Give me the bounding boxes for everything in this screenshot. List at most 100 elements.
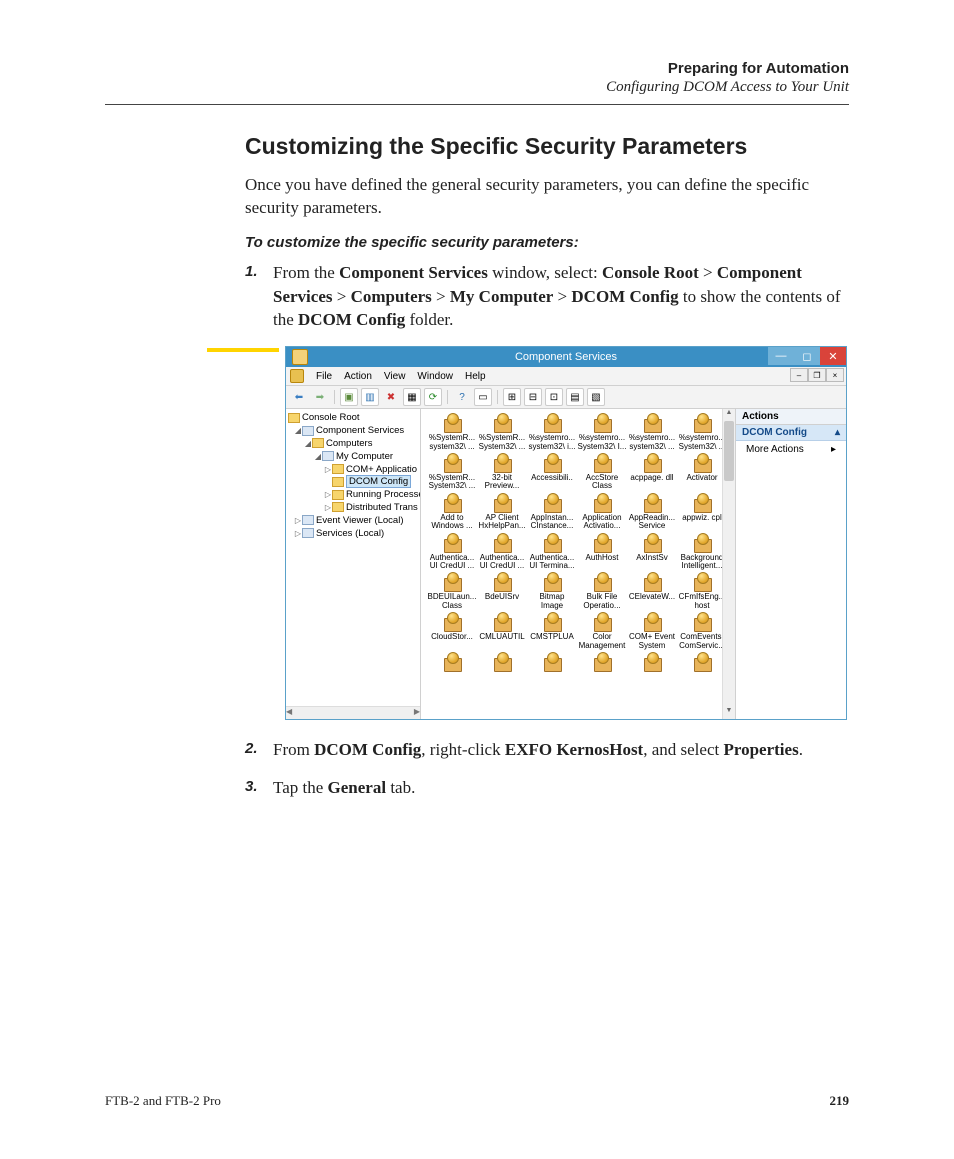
menu-window[interactable]: Window [417,371,453,382]
dcom-item[interactable]: COM+ EventSystem [627,612,677,650]
up-button[interactable]: ▣ [340,388,358,406]
tree-running-processes[interactable]: Running Processe [346,489,421,500]
tree-horizontal-scrollbar[interactable]: ◀▶ [286,706,420,719]
dcom-item[interactable]: Authentica...UI CredUI ... [427,533,477,571]
dcom-item[interactable]: AuthHost [577,533,627,571]
dcom-item[interactable] [427,652,477,673]
dcom-item[interactable]: %SystemR...system32\ ... [427,413,477,451]
dcom-item[interactable]: Authentica...UI Termina... [527,533,577,571]
toolbar-extra-5[interactable]: ▧ [587,388,605,406]
dcom-item[interactable]: CFmIfsEng...host [677,572,727,610]
dcom-item[interactable]: %systemro...system32\ i... [527,413,577,451]
menu-file[interactable]: File [316,371,332,382]
actions-more-actions[interactable]: More Actions▸ [736,441,846,458]
dcom-item-sublabel: Class [577,482,627,490]
dcom-item[interactable]: BdeUISrv [477,572,527,610]
header-rule [105,104,849,105]
dcom-item[interactable]: AxInstSv [627,533,677,571]
toolbar-extra-4[interactable]: ▤ [566,388,584,406]
tree-console-root[interactable]: Console Root [302,412,360,423]
dcom-item-sublabel: Service [627,522,677,530]
dcom-item[interactable]: CMSTPLUA [527,612,577,650]
show-hide-button[interactable]: ▥ [361,388,379,406]
dcom-item[interactable]: AccStoreClass [577,453,627,491]
dcom-item[interactable]: acppage. dll [627,453,677,491]
properties-button[interactable]: ▦ [403,388,421,406]
menu-view[interactable]: View [384,371,406,382]
delete-button[interactable]: ✖ [382,388,400,406]
menu-action[interactable]: Action [344,371,372,382]
menu-help[interactable]: Help [465,371,486,382]
dcom-item[interactable]: %SystemR...System32\ ... [477,413,527,451]
dcom-item[interactable]: Accessibili.. [527,453,577,491]
forward-button[interactable]: ➡ [311,388,329,406]
mdi-minimize-button[interactable]: – [790,368,808,382]
scroll-down-icon[interactable]: ▼ [723,707,735,719]
dcom-item[interactable] [527,652,577,673]
back-button[interactable]: ⬅ [290,388,308,406]
dcom-component-icon [641,453,663,473]
dcom-item[interactable] [477,652,527,673]
tree-computers[interactable]: Computers [326,438,372,449]
mdi-restore-button[interactable]: ❐ [808,368,826,382]
dcom-item[interactable]: CMLUAUTIL [477,612,527,650]
dcom-item[interactable]: Authentica...UI CredUI ... [477,533,527,571]
dcom-item[interactable]: AppReadin...Service [627,493,677,531]
dcom-item[interactable]: BackgroundIntelligent... [677,533,727,571]
maximize-button[interactable]: ◻ [794,347,820,365]
toolbar-extra-2[interactable]: ⊟ [524,388,542,406]
tree-my-computer[interactable]: My Computer [336,451,393,462]
dcom-item[interactable]: 32-bitPreview... [477,453,527,491]
tree-dcom-config[interactable]: DCOM Config [346,475,411,488]
menubar: File Action View Window Help – ❐ × [286,367,846,386]
tree-pane[interactable]: Console Root ◢Component Services ◢Comput… [286,409,421,719]
tree-component-services[interactable]: Component Services [316,425,404,436]
dcom-component-icon [441,652,463,672]
dcom-item[interactable]: appwiz. cpl [677,493,727,531]
dcom-item[interactable]: BDEUILaun...Class [427,572,477,610]
dcom-item-sublabel: system32\ ... [427,443,477,451]
tree-event-viewer[interactable]: Event Viewer (Local) [316,515,403,526]
step-2: 2. From DCOM Config, right-click EXFO Ke… [245,738,849,762]
toolbar-extra-1[interactable]: ⊞ [503,388,521,406]
new-window-button[interactable]: ▭ [474,388,492,406]
dcom-item[interactable]: %systemro...system32\ ... [627,413,677,451]
dcom-item[interactable]: Bulk FileOperatio... [577,572,627,610]
content-vertical-scrollbar[interactable]: ▲ ▼ [722,409,735,719]
dcom-item[interactable]: ApplicationActivatio... [577,493,627,531]
dcom-component-icon [441,453,463,473]
dcom-item[interactable]: Add toWindows ... [427,493,477,531]
dcom-item[interactable]: %systemro...System32\ ... [677,413,727,451]
dcom-item[interactable]: Activator [677,453,727,491]
actions-section[interactable]: DCOM Config▴ [736,425,846,441]
dcom-item[interactable]: CloudStor... [427,612,477,650]
dcom-item[interactable] [677,652,727,673]
tree-distributed-trans[interactable]: Distributed Trans [346,502,418,513]
dcom-item[interactable] [577,652,627,673]
toolbar-extra-3[interactable]: ⊡ [545,388,563,406]
dcom-item[interactable]: AppInstan...CInstance... [527,493,577,531]
dcom-item[interactable]: %SystemR...System32\ ... [427,453,477,491]
dcom-item[interactable]: CElevateW... [627,572,677,610]
dcom-item[interactable]: ComEvents.ComServic... [677,612,727,650]
dcom-component-icon [591,612,613,632]
scroll-thumb[interactable] [724,421,734,481]
minimize-button[interactable]: — [768,347,794,365]
tree-services[interactable]: Services (Local) [316,528,384,539]
close-button[interactable]: ✕ [820,347,846,365]
tree-com-plus-applications[interactable]: COM+ Applicatio [346,464,417,475]
dcom-component-icon [541,612,563,632]
footer-left: FTB-2 and FTB-2 Pro [105,1093,221,1109]
help-button[interactable]: ? [453,388,471,406]
actions-collapse-icon[interactable]: ▴ [835,427,840,438]
dcom-item[interactable]: %systemro...System32\ I... [577,413,627,451]
refresh-button[interactable]: ⟳ [424,388,442,406]
scroll-up-icon[interactable]: ▲ [723,409,735,421]
dcom-item[interactable]: AP ClientHxHelpPan... [477,493,527,531]
content-pane[interactable]: %SystemR...system32\ ...%SystemR...Syste… [421,409,735,719]
mdi-close-button[interactable]: × [826,368,844,382]
dcom-item[interactable]: ColorManagement [577,612,627,650]
dcom-item[interactable] [627,652,677,673]
yellow-mark [207,348,279,352]
dcom-item[interactable]: BitmapImage [527,572,577,610]
